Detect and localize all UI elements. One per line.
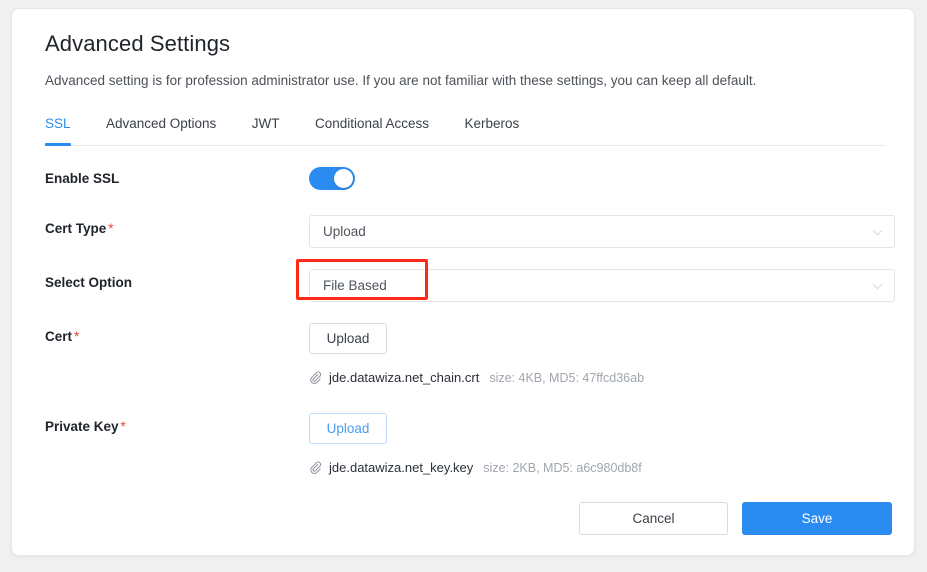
cert-upload-button[interactable]: Upload <box>309 323 387 354</box>
enable-ssl-toggle[interactable] <box>309 167 355 190</box>
cert-type-label: Cert Type* <box>45 215 309 236</box>
private-key-upload-button[interactable]: Upload <box>309 413 387 444</box>
form-row-enable-ssl: Enable SSL <box>45 165 892 215</box>
tab-conditional-access[interactable]: Conditional Access <box>315 114 429 145</box>
form-row-cert-type: Cert Type* Upload <box>45 215 892 269</box>
cert-required-mark: * <box>74 329 79 344</box>
chevron-down-icon <box>872 281 883 292</box>
form-row-private-key: Private Key* Upload jde.datawiza.net_key… <box>45 413 892 503</box>
form-row-select-option: Select Option File Based <box>45 269 892 323</box>
cert-file-meta: size: 4KB, MD5: 47ffcd36ab <box>489 371 644 385</box>
cert-type-selected-value: Upload <box>323 216 366 247</box>
cert-control: Upload jde.datawiza.net_chain.crt size: … <box>309 323 892 385</box>
page-title: Advanced Settings <box>45 29 892 59</box>
enable-ssl-control <box>309 165 892 190</box>
private-key-required-mark: * <box>121 419 126 434</box>
toggle-knob <box>334 169 353 188</box>
save-button[interactable]: Save <box>742 502 892 535</box>
cert-label-text: Cert <box>45 329 72 344</box>
paperclip-icon <box>309 371 322 384</box>
cert-type-control: Upload <box>309 215 895 248</box>
private-key-file-item: jde.datawiza.net_key.key size: 2KB, MD5:… <box>309 460 892 475</box>
select-option-select[interactable]: File Based <box>309 269 895 302</box>
form-row-cert: Cert* Upload jde.datawiza.net_chain.crt … <box>45 323 892 413</box>
cert-type-required-mark: * <box>108 221 113 236</box>
page-subtitle: Advanced setting is for profession admin… <box>45 72 892 90</box>
settings-tabs: SSL Advanced Options JWT Conditional Acc… <box>45 114 886 146</box>
enable-ssl-label: Enable SSL <box>45 165 309 186</box>
tab-ssl[interactable]: SSL <box>45 114 71 145</box>
chevron-down-icon <box>872 227 883 238</box>
tab-kerberos[interactable]: Kerberos <box>465 114 520 145</box>
private-key-control: Upload jde.datawiza.net_key.key size: 2K… <box>309 413 892 475</box>
tab-jwt[interactable]: JWT <box>252 114 280 145</box>
private-key-file-name[interactable]: jde.datawiza.net_key.key <box>329 460 473 475</box>
cert-type-select[interactable]: Upload <box>309 215 895 248</box>
advanced-settings-card: Advanced Settings Advanced setting is fo… <box>11 8 915 556</box>
cancel-button[interactable]: Cancel <box>579 502 728 535</box>
form-actions: Cancel Save <box>579 502 892 535</box>
private-key-file-meta: size: 2KB, MD5: a6c980db8f <box>483 461 641 475</box>
cert-type-label-text: Cert Type <box>45 221 106 236</box>
cert-label: Cert* <box>45 323 309 344</box>
select-option-selected-value: File Based <box>323 270 387 301</box>
select-option-control: File Based <box>309 269 895 302</box>
private-key-label-text: Private Key <box>45 419 119 434</box>
private-key-label: Private Key* <box>45 413 309 434</box>
cert-file-item: jde.datawiza.net_chain.crt size: 4KB, MD… <box>309 370 892 385</box>
card-content: Advanced Settings Advanced setting is fo… <box>45 29 892 555</box>
select-option-label: Select Option <box>45 269 309 290</box>
tab-advanced-options[interactable]: Advanced Options <box>106 114 216 145</box>
paperclip-icon <box>309 461 322 474</box>
cert-file-name[interactable]: jde.datawiza.net_chain.crt <box>329 370 479 385</box>
ssl-settings-form: Enable SSL Cert Type* Upload <box>45 165 892 503</box>
